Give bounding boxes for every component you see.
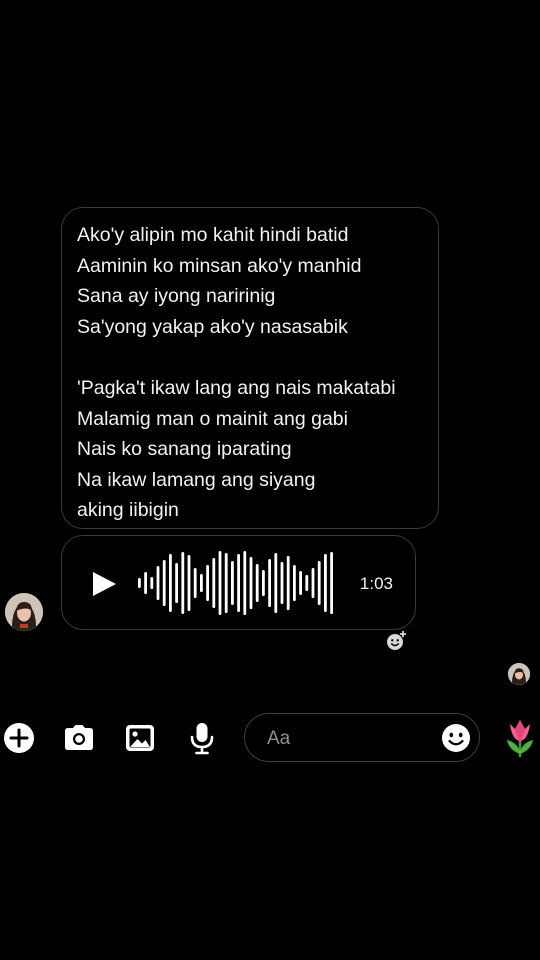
waveform-bar bbox=[330, 552, 333, 614]
seen-avatar bbox=[508, 663, 530, 685]
waveform-bar bbox=[249, 557, 253, 609]
waveform-bar bbox=[224, 553, 228, 613]
tulip-icon[interactable] bbox=[504, 718, 536, 758]
waveform-bar bbox=[311, 568, 315, 598]
message-line: Ako'y alipin mo kahit hindi batid bbox=[77, 224, 349, 246]
waveform-bar bbox=[280, 562, 284, 604]
message-line: Malamig man o mainit ang gabi bbox=[77, 407, 348, 430]
waveform-bar bbox=[218, 551, 222, 615]
waveform-bar bbox=[175, 563, 178, 603]
waveform-bar bbox=[305, 575, 309, 591]
waveform-bar bbox=[162, 560, 166, 606]
waveform-bar bbox=[317, 561, 321, 605]
message-bubble[interactable]: Ako'y alipin mo kahit hindi batid Aamini… bbox=[61, 207, 439, 529]
waveform-bar bbox=[181, 552, 185, 614]
waveform-bar bbox=[193, 568, 197, 598]
add-icon[interactable] bbox=[1, 720, 37, 756]
waveform-bar bbox=[156, 566, 160, 600]
message-line: 'Pagka't ikaw lang ang nais makatabi bbox=[77, 376, 396, 399]
play-icon[interactable] bbox=[90, 570, 118, 598]
waveform-bar bbox=[231, 561, 234, 605]
gallery-icon[interactable] bbox=[122, 720, 158, 756]
waveform-bar bbox=[324, 554, 327, 612]
waveform-bar bbox=[268, 559, 271, 607]
waveform-bar bbox=[274, 553, 278, 613]
waveform-bar bbox=[262, 570, 265, 596]
waveform-bar bbox=[286, 556, 290, 610]
message-line: Aaminin ko minsan ako'y manhid bbox=[77, 254, 362, 277]
voice-message-bubble[interactable]: 1:03 bbox=[61, 535, 416, 630]
waveform-bar bbox=[138, 578, 141, 588]
waveform-bar bbox=[212, 558, 216, 608]
avatar-photo bbox=[5, 593, 43, 631]
message-line: Nais ko sanang iparating bbox=[77, 438, 292, 461]
waveform-bar bbox=[187, 555, 191, 611]
microphone-icon[interactable] bbox=[184, 720, 220, 756]
waveform-bar bbox=[169, 554, 172, 612]
waveform-bar bbox=[237, 554, 240, 612]
message-line: Sa'yong yakap ako'y nasasabik bbox=[77, 315, 348, 338]
camera-icon[interactable] bbox=[61, 720, 97, 756]
waveform-bar bbox=[206, 565, 209, 601]
message-line: aking iibigin bbox=[77, 499, 179, 522]
message-line: Na ikaw lamang ang siyang bbox=[77, 468, 316, 491]
audio-waveform[interactable] bbox=[138, 550, 338, 616]
waveform-bar bbox=[144, 572, 147, 594]
message-line: Sana ay iyong naririnig bbox=[77, 285, 276, 308]
seen-avatar-photo bbox=[508, 663, 530, 685]
waveform-bar bbox=[200, 574, 203, 592]
waveform-bar bbox=[293, 565, 296, 601]
contact-avatar[interactable] bbox=[5, 593, 43, 631]
waveform-bar bbox=[255, 564, 259, 602]
message-input[interactable] bbox=[265, 724, 429, 753]
waveform-bar bbox=[150, 577, 154, 589]
smiley-icon[interactable] bbox=[441, 723, 471, 753]
waveform-bar bbox=[243, 551, 247, 615]
message-composer[interactable] bbox=[244, 713, 480, 762]
voice-duration: 1:03 bbox=[359, 574, 393, 593]
waveform-bar bbox=[299, 571, 302, 595]
add-reaction-icon[interactable] bbox=[385, 630, 407, 652]
